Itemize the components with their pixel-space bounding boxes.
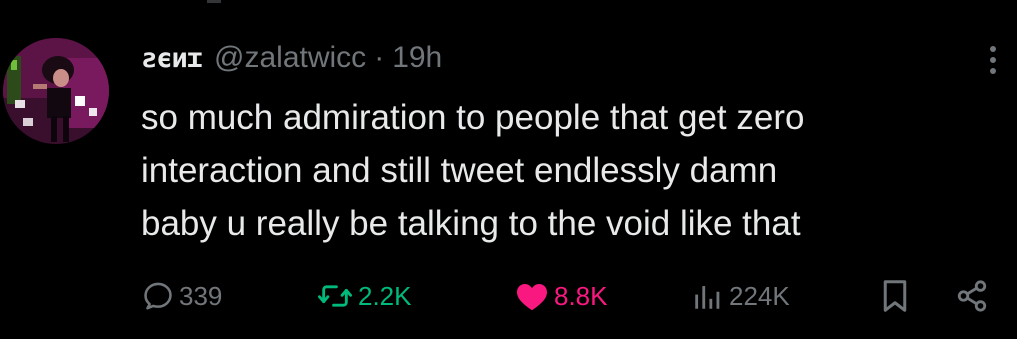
reply-count: 339 xyxy=(179,280,223,311)
tweet-timestamp[interactable]: 19h xyxy=(392,41,442,75)
like-button[interactable]: 8.8K xyxy=(514,272,608,320)
tweet-text: so much admiration to people that get ze… xyxy=(141,91,981,250)
views-count: 224K xyxy=(729,280,790,311)
reply-button[interactable]: 339 xyxy=(141,272,222,320)
retweet-button[interactable]: 2.2K xyxy=(316,272,412,320)
tweet-actions-bar: 339 2.2K 8.8K 224K xyxy=(141,272,1011,320)
author-display-name[interactable]: ƨϵиɪ xyxy=(141,43,203,74)
bookmark-button[interactable] xyxy=(879,272,911,320)
retweet-icon xyxy=(317,285,352,307)
more-options-button[interactable] xyxy=(976,40,1010,80)
more-dot-icon xyxy=(990,57,996,63)
reply-icon xyxy=(144,282,172,310)
retweet-count: 2.2K xyxy=(358,280,412,311)
share-icon xyxy=(957,280,987,312)
tweet-text-line: interaction and still tweet endlessly da… xyxy=(141,151,778,190)
like-count: 8.8K xyxy=(554,280,608,311)
more-dot-icon xyxy=(990,46,996,52)
share-button[interactable] xyxy=(955,272,989,320)
author-handle[interactable]: @zalatwicc xyxy=(214,41,366,75)
avatar[interactable] xyxy=(3,38,109,144)
heart-icon xyxy=(517,284,547,311)
views-button[interactable]: 224K xyxy=(691,272,790,320)
analytics-icon xyxy=(695,286,720,309)
avatar-photo-icon xyxy=(3,38,109,144)
thread-connector xyxy=(207,0,221,3)
more-dot-icon xyxy=(990,68,996,74)
bookmark-icon xyxy=(883,280,907,312)
header-separator: · xyxy=(374,41,385,74)
tweet-header: ƨϵиɪ @zalatwicc · 19h xyxy=(141,38,442,78)
tweet-text-line: baby u really be talking to the void lik… xyxy=(141,204,801,243)
tweet-text-line: so much admiration to people that get ze… xyxy=(141,98,805,137)
